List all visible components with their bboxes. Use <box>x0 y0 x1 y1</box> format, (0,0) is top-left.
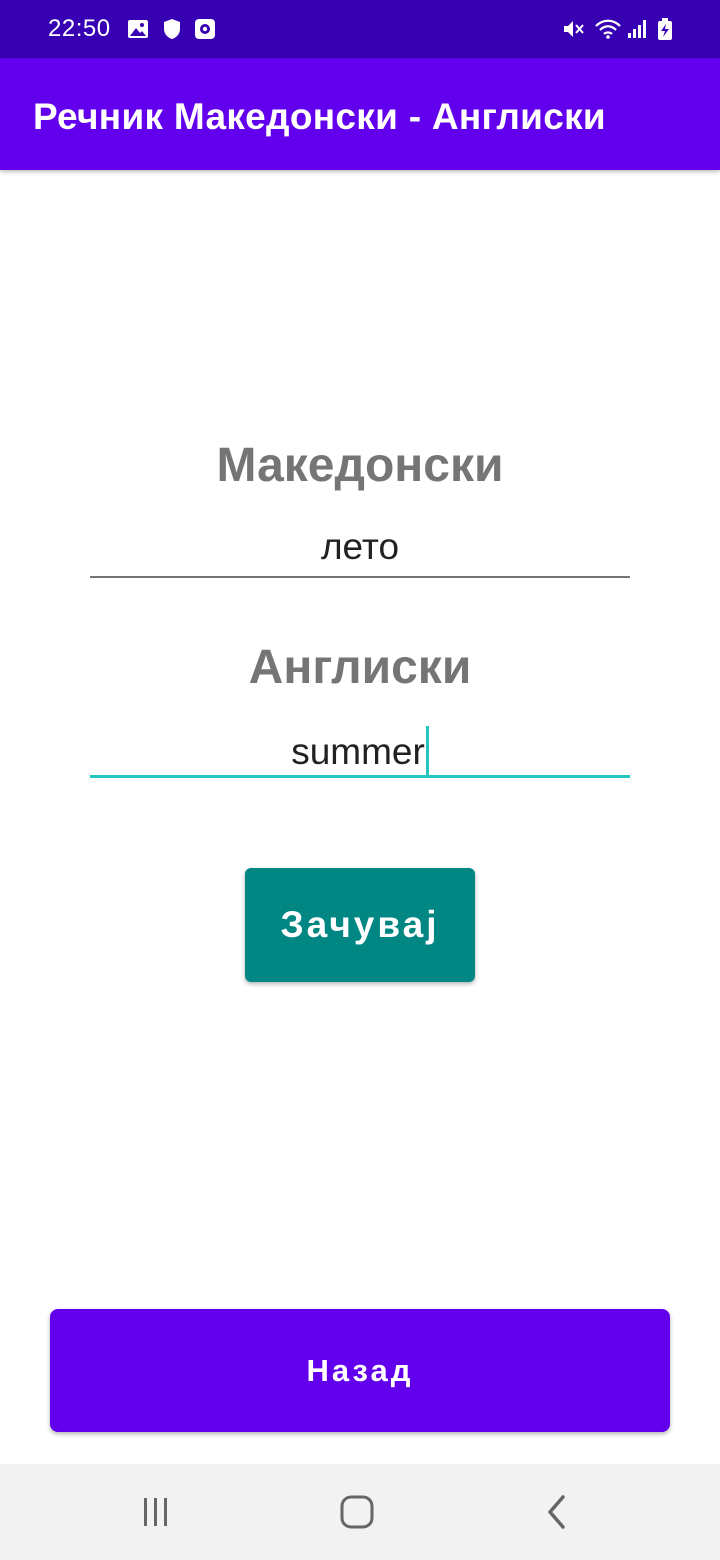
save-button-label: Зачувај <box>280 904 440 945</box>
app-title: Речник Македонски - Англиски <box>33 96 606 137</box>
mute-icon <box>562 18 584 40</box>
macedonian-input-value: лето <box>320 526 400 567</box>
text-cursor <box>425 726 429 776</box>
signal-icon <box>626 18 648 40</box>
english-input[interactable]: summer <box>90 720 630 778</box>
shield-icon <box>161 18 183 40</box>
image-icon <box>127 18 149 40</box>
english-input-value: summer <box>291 731 425 772</box>
wifi-icon <box>594 18 622 40</box>
navigation-bar <box>0 1464 720 1560</box>
back-icon[interactable] <box>528 1488 588 1536</box>
english-label: Англиски <box>248 641 472 694</box>
recent-apps-icon[interactable] <box>126 1488 186 1536</box>
home-icon[interactable] <box>327 1488 387 1536</box>
app-bar: Речник Македонски - Англиски <box>0 58 720 170</box>
status-bar: 22:50 <box>0 0 720 58</box>
battery-charging-icon <box>656 18 674 40</box>
save-button[interactable]: Зачувај <box>245 868 475 982</box>
macedonian-input[interactable]: лето <box>90 520 630 578</box>
back-button-label: Назад <box>306 1352 414 1388</box>
screen-record-icon <box>194 18 216 40</box>
macedonian-label: Македонски <box>216 439 504 492</box>
english-input-value-wrapper: summer <box>90 726 630 776</box>
status-time: 22:50 <box>48 15 111 42</box>
back-button[interactable]: Назад <box>50 1309 670 1432</box>
